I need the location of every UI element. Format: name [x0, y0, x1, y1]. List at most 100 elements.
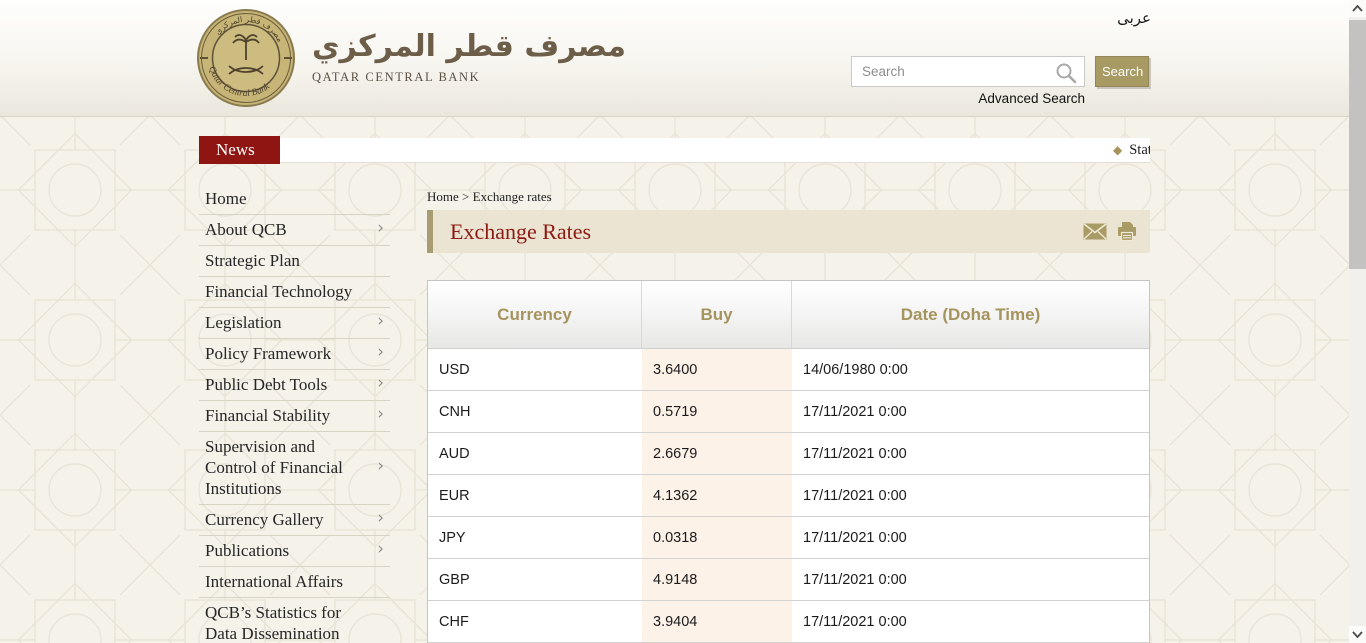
breadcrumb-home[interactable]: Home: [427, 189, 459, 204]
sidebar-item-label: Currency Gallery: [205, 510, 323, 529]
table-row: JPY 0.0318 17/11/2021 0:00: [428, 516, 1149, 558]
table-body: USD 3.6400 14/06/1980 0:00 CNH 0.5719 17…: [428, 349, 1149, 643]
news-ticker-text: Statement: [1129, 142, 1150, 158]
sidebar-item[interactable]: Policy Framework ›: [199, 338, 390, 369]
exchange-rates-table: Currency Buy Date (Doha Time) USD 3.6400…: [427, 280, 1150, 643]
sidebar-item-label: About QCB: [205, 220, 287, 239]
sidebar-item-label: Strategic Plan: [205, 251, 300, 270]
sidebar-item-label: Policy Framework: [205, 344, 331, 363]
sidebar-item-label: Publications: [205, 541, 289, 560]
sidebar-item[interactable]: Public Debt Tools ›: [199, 369, 390, 400]
advanced-search-link[interactable]: Advanced Search: [851, 91, 1085, 106]
search-button[interactable]: Search: [1095, 56, 1149, 87]
chevron-right-icon: ›: [377, 342, 384, 363]
cell-buy: 2.6679: [642, 433, 792, 474]
magnifier-icon: [1054, 61, 1078, 85]
sidebar-item[interactable]: Financial Technology: [199, 276, 390, 307]
sidebar-item[interactable]: Strategic Plan: [199, 245, 390, 276]
sidebar-item[interactable]: Legislation ›: [199, 307, 390, 338]
main-content: Home > Exchange rates Exchange Rates: [427, 189, 1150, 643]
table-row: CNH 0.5719 17/11/2021 0:00: [428, 390, 1149, 432]
arabic-language-link[interactable]: عربى: [1117, 9, 1151, 27]
cell-currency: JPY: [428, 517, 642, 558]
cell-buy: 4.1362: [642, 475, 792, 516]
cell-currency: GBP: [428, 559, 642, 600]
column-header-currency: Currency: [428, 281, 642, 348]
cell-buy: 0.5719: [642, 391, 792, 432]
sidebar-item[interactable]: Publications ›: [199, 535, 390, 566]
chevron-right-icon: ›: [377, 539, 384, 560]
table-row: USD 3.6400 14/06/1980 0:00: [428, 349, 1149, 390]
sidebar-item-label: Supervision and Control of Financial Ins…: [205, 437, 343, 498]
sidebar-item-label: Home: [205, 189, 247, 208]
chevron-right-icon: ›: [377, 373, 384, 394]
vertical-scrollbar: [1349, 0, 1366, 643]
cell-currency: EUR: [428, 475, 642, 516]
bank-name-english: QATAR CENTRAL BANK: [312, 70, 626, 85]
cell-currency: CNH: [428, 391, 642, 432]
sidebar-item[interactable]: Supervision and Control of Financial Ins…: [199, 431, 390, 504]
sidebar-item-label: Public Debt Tools: [205, 375, 327, 394]
table-row: GBP 4.9148 17/11/2021 0:00: [428, 558, 1149, 600]
cell-currency: USD: [428, 349, 642, 390]
print-icon[interactable]: [1116, 222, 1138, 242]
cell-date: 17/11/2021 0:00: [792, 517, 1149, 558]
cell-buy: 0.0318: [642, 517, 792, 558]
scroll-down-button[interactable]: [1349, 626, 1366, 643]
chevron-right-icon: ›: [377, 404, 384, 425]
sidebar-item-label: QCB’s Statistics for Data Dissemination …: [205, 603, 341, 643]
bank-logo[interactable]: Qatar Central Bank مصرف قطر المركزي مصرف…: [196, 8, 626, 108]
sidebar-item-label: Legislation: [205, 313, 281, 332]
sidebar-item[interactable]: International Affairs: [199, 566, 390, 597]
sidebar-item[interactable]: About QCB ›: [199, 214, 390, 245]
scroll-up-button[interactable]: [1349, 0, 1366, 17]
cell-currency: CHF: [428, 601, 642, 642]
bank-wordmark: مصرف قطر المركزي QATAR CENTRAL BANK: [312, 30, 626, 85]
diamond-icon: ◆: [1113, 143, 1122, 157]
sidebar-item[interactable]: Financial Stability ›: [199, 400, 390, 431]
sidebar-item-label: Financial Stability: [205, 406, 330, 425]
column-header-buy: Buy: [642, 281, 792, 348]
breadcrumb-separator: >: [459, 189, 473, 204]
cell-date: 17/11/2021 0:00: [792, 559, 1149, 600]
sidebar-list: Home About QCB › Strategic Plan Financia…: [199, 184, 390, 643]
breadcrumb: Home > Exchange rates: [427, 189, 1150, 203]
page-title-bar: Exchange Rates: [427, 210, 1150, 253]
bank-seal-icon: Qatar Central Bank مصرف قطر المركزي: [196, 8, 296, 108]
cell-currency: AUD: [428, 433, 642, 474]
cell-date: 17/11/2021 0:00: [792, 433, 1149, 474]
table-row: CHF 3.9404 17/11/2021 0:00: [428, 600, 1149, 642]
scrollbar-thumb[interactable]: [1349, 20, 1366, 269]
sidebar-item[interactable]: QCB’s Statistics for Data Dissemination …: [199, 597, 390, 643]
table-header-row: Currency Buy Date (Doha Time): [428, 281, 1149, 349]
cell-buy: 3.9404: [642, 601, 792, 642]
page-title: Exchange Rates: [450, 219, 591, 245]
chevron-right-icon: ›: [377, 456, 384, 477]
search-box: [851, 56, 1085, 87]
breadcrumb-current: Exchange rates: [473, 189, 552, 204]
chevron-down-icon: [1352, 631, 1363, 638]
news-label: News: [199, 136, 280, 164]
table-row: AUD 2.6679 17/11/2021 0:00: [428, 432, 1149, 474]
sidebar-item-label: Financial Technology: [205, 282, 352, 301]
search-input[interactable]: [852, 57, 1084, 86]
qcb-exchange-rates-page: Qatar Central Bank مصرف قطر المركزي مصرف…: [0, 0, 1366, 643]
email-icon[interactable]: [1083, 223, 1107, 240]
cell-buy: 4.9148: [642, 559, 792, 600]
sidebar-menu: Home About QCB › Strategic Plan Financia…: [199, 184, 390, 643]
sidebar-item-label: International Affairs: [205, 572, 343, 591]
sidebar-item[interactable]: Home: [199, 184, 390, 214]
news-ticker-strip: ◆ Statement: [280, 138, 1150, 163]
cell-date: 17/11/2021 0:00: [792, 475, 1149, 516]
site-header: Qatar Central Bank مصرف قطر المركزي مصرف…: [0, 0, 1366, 117]
bank-name-arabic: مصرف قطر المركزي: [312, 30, 626, 64]
news-ticker-item[interactable]: ◆ Statement: [1113, 138, 1150, 162]
chevron-right-icon: ›: [377, 218, 384, 239]
chevron-up-icon: [1352, 5, 1363, 12]
column-header-date: Date (Doha Time): [792, 281, 1149, 348]
sidebar-item[interactable]: Currency Gallery ›: [199, 504, 390, 535]
cell-date: 17/11/2021 0:00: [792, 391, 1149, 432]
title-actions: [1083, 222, 1138, 242]
chevron-right-icon: ›: [377, 311, 384, 332]
cell-buy: 3.6400: [642, 349, 792, 390]
